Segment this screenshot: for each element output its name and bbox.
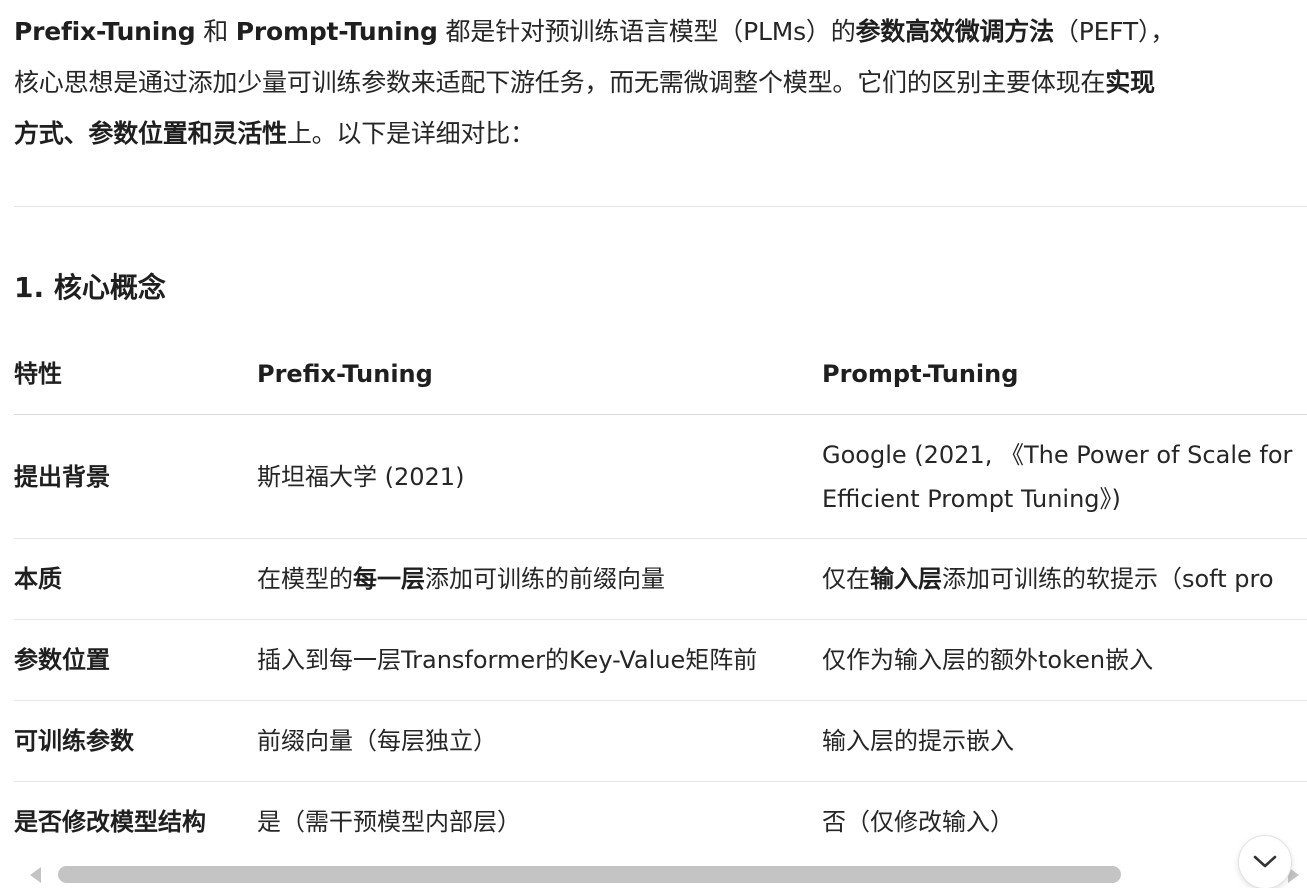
- cell-prompt: 仅在输入层添加可训练的软提示（soft pro: [822, 538, 1307, 620]
- chevron-down-icon: [1253, 855, 1277, 868]
- table-header-row: 特性 Prefix-Tuning Prompt-Tuning: [14, 334, 1307, 415]
- term-prompt-tuning: Prompt-Tuning: [235, 17, 438, 46]
- table-row: 本质 在模型的每一层添加可训练的前缀向量 仅在输入层添加可训练的软提示（soft…: [14, 538, 1307, 620]
- cell-text: 添加可训练的前缀向量: [425, 565, 665, 593]
- header-prefix-tuning: Prefix-Tuning: [257, 334, 822, 415]
- intro-paragraph: Prefix-Tuning 和 Prompt-Tuning 都是针对预训练语言模…: [14, 6, 1304, 159]
- header-prompt-tuning: Prompt-Tuning: [822, 334, 1307, 415]
- cell-feature: 本质: [14, 538, 257, 620]
- cell-feature: 参数位置: [14, 619, 257, 701]
- intro-text: 和: [195, 17, 236, 46]
- intro-line-1: Prefix-Tuning 和 Prompt-Tuning 都是针对预训练语言模…: [14, 6, 1304, 57]
- cell-prompt: Google (2021, 《The Power of Scale for Eff…: [822, 414, 1307, 539]
- cell-prompt-line: Efficient Prompt Tuning》): [822, 484, 1121, 513]
- intro-text: 核心思想是通过添加少量可训练参数来适配下游任务，而无需微调整个模型。: [14, 68, 858, 97]
- intro-line-2: 核心思想是通过添加少量可训练参数来适配下游任务，而无需微调整个模型。它们的区别主…: [14, 57, 1304, 108]
- intro-line-3: 方式、参数位置和灵活性上。以下是详细对比：: [14, 108, 1304, 159]
- intro-text: （PEFT），: [1053, 17, 1176, 46]
- cell-text: 仅在: [822, 565, 870, 593]
- cell-prefix: 在模型的每一层添加可训练的前缀向量: [257, 538, 822, 620]
- cell-text: 添加可训练的软提示（soft pro: [942, 565, 1274, 593]
- table-row: 提出背景 斯坦福大学 (2021) Google (2021, 《The Pow…: [14, 414, 1307, 539]
- header-feature: 特性: [14, 334, 257, 415]
- intro-text: 上。以下是详细对比：: [286, 119, 535, 148]
- divider: [14, 206, 1307, 207]
- cell-text: 在模型的: [257, 565, 353, 593]
- comparison-table-container[interactable]: 特性 Prefix-Tuning Prompt-Tuning 提出背景 斯坦福大…: [14, 334, 1307, 859]
- table-row: 参数位置 插入到每一层Transformer的Key-Value矩阵前 仅作为输…: [14, 619, 1307, 701]
- section-heading: 1. 核心概念: [14, 271, 166, 304]
- table-row: 可训练参数 前缀向量（每层独立） 输入层的提示嵌入: [14, 700, 1307, 782]
- scrollbar-thumb[interactable]: [58, 866, 1121, 883]
- cell-prompt-line: Google (2021, 《The Power of Scale for: [822, 440, 1293, 469]
- cell-feature: 提出背景: [14, 414, 257, 539]
- intro-bold-text: 实现: [1105, 68, 1155, 97]
- cell-prompt: 否（仅修改输入）: [822, 781, 1307, 859]
- intro-text: 它们的区别主要体现在: [857, 68, 1106, 97]
- intro-text: 都是针对预训练语言模型（PLMs）的: [437, 17, 856, 46]
- cell-bold-text: 每一层: [353, 565, 425, 593]
- scroll-down-button[interactable]: [1238, 835, 1292, 888]
- cell-prefix: 插入到每一层Transformer的Key-Value矩阵前: [257, 619, 822, 701]
- cell-feature: 是否修改模型结构: [14, 781, 257, 859]
- cell-feature: 可训练参数: [14, 700, 257, 782]
- table-row: 是否修改模型结构 是（需干预模型内部层） 否（仅修改输入）: [14, 781, 1307, 859]
- term-prefix-tuning: Prefix-Tuning: [14, 17, 196, 46]
- cell-prefix: 斯坦福大学 (2021): [257, 414, 822, 539]
- cell-prompt: 输入层的提示嵌入: [822, 700, 1307, 782]
- triangle-left-icon[interactable]: [30, 867, 41, 883]
- comparison-table: 特性 Prefix-Tuning Prompt-Tuning 提出背景 斯坦福大…: [14, 334, 1307, 859]
- cell-prompt: 仅作为输入层的额外token嵌入: [822, 619, 1307, 701]
- chat-response-page: Prefix-Tuning 和 Prompt-Tuning 都是针对预训练语言模…: [0, 0, 1307, 888]
- cell-prefix: 是（需干预模型内部层）: [257, 781, 822, 859]
- intro-bold-text: 方式、参数位置和灵活性: [14, 119, 287, 148]
- term-peft: 参数高效微调方法: [855, 17, 1055, 46]
- cell-prefix: 前缀向量（每层独立）: [257, 700, 822, 782]
- cell-bold-text: 输入层: [870, 565, 942, 593]
